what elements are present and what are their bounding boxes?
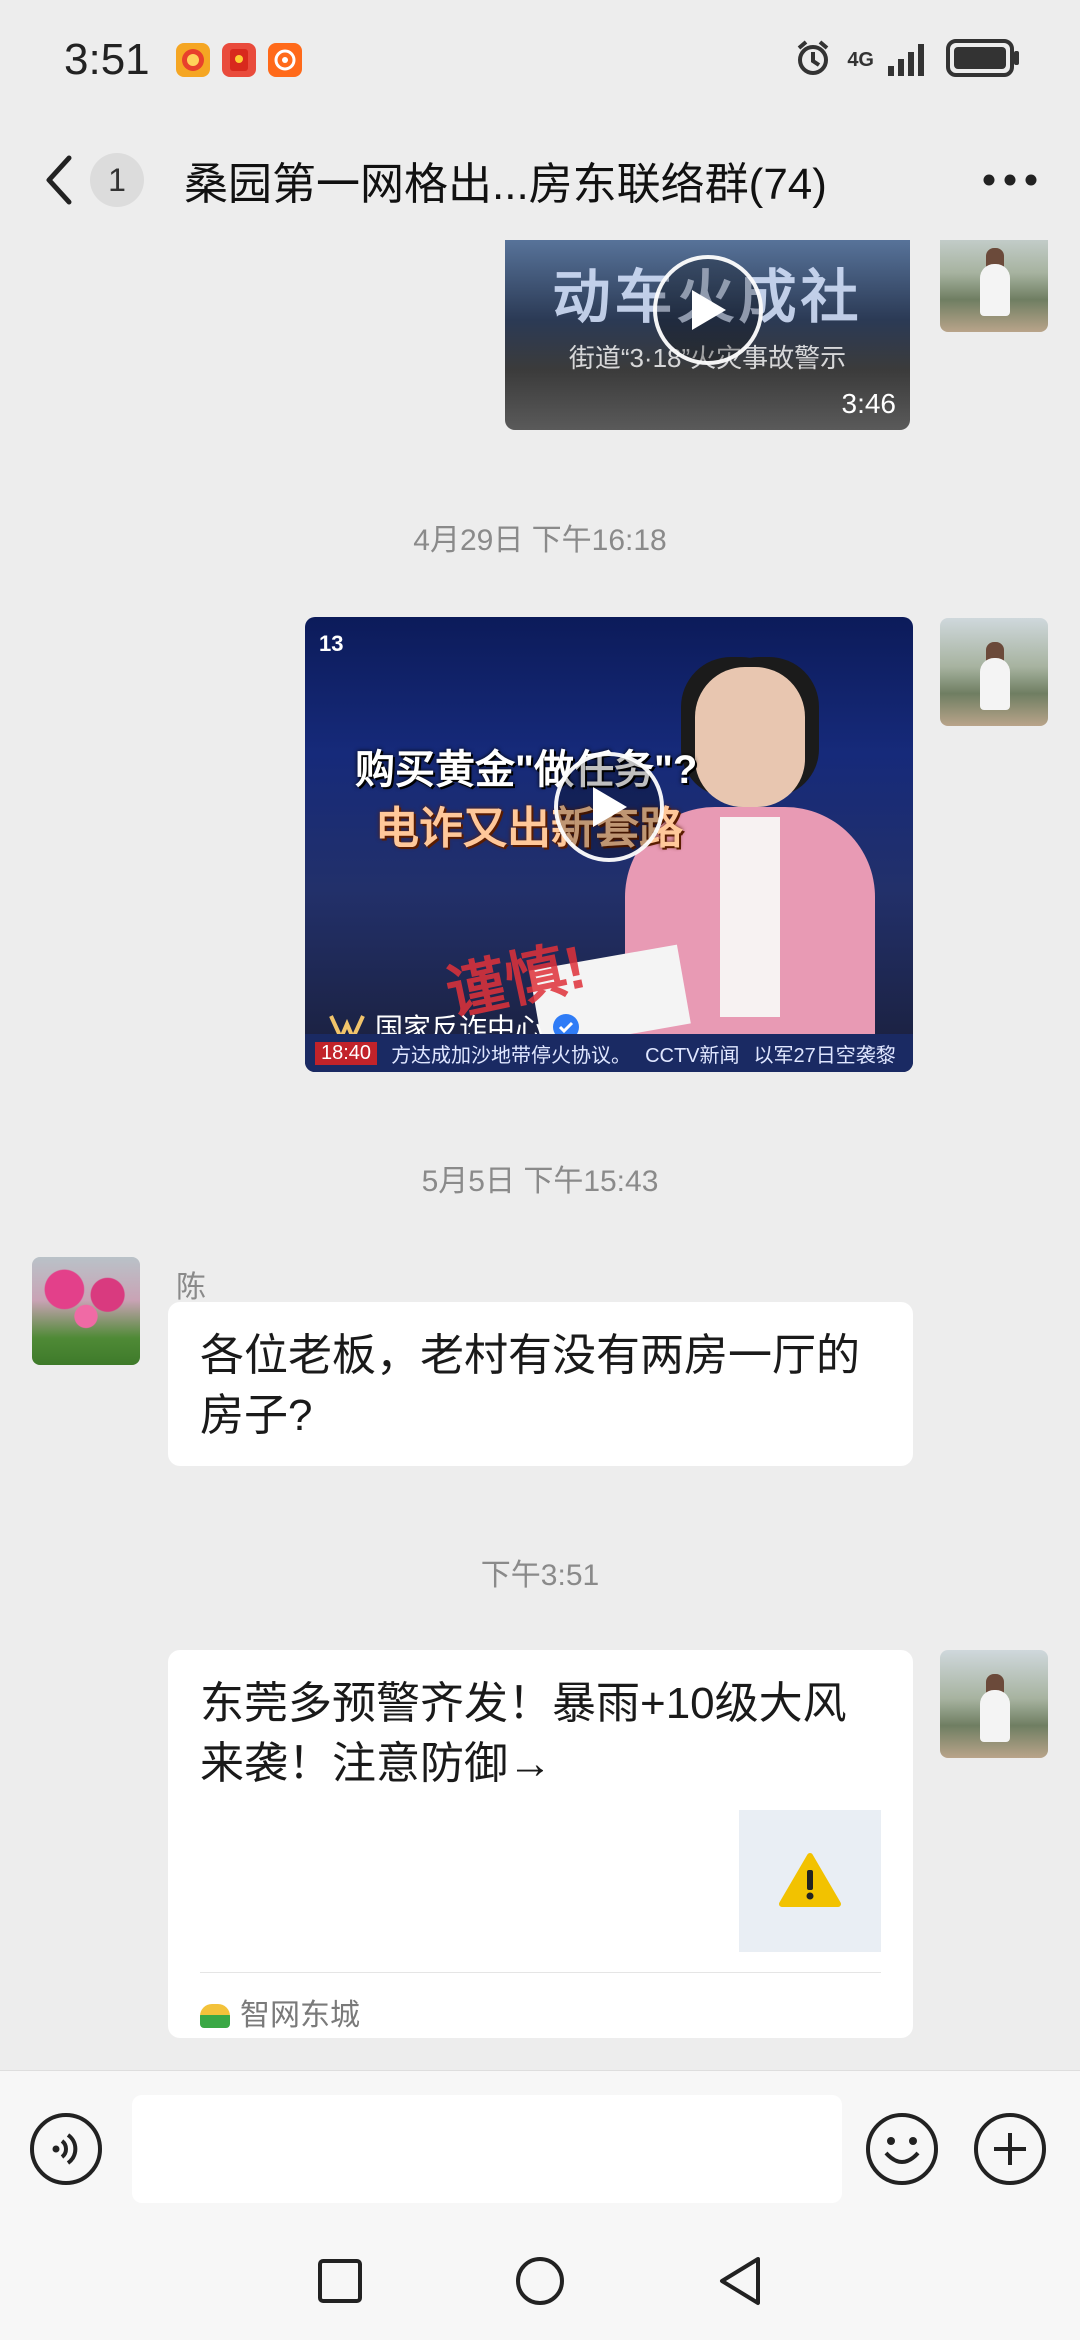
video-message[interactable]: 13 购买黄金"做任务"? 电诈又出新套路 谨慎! 国家反诈中心 18:40 方… (305, 617, 913, 1072)
status-time: 3:51 (64, 35, 150, 84)
play-button[interactable] (554, 752, 664, 862)
channel-logo: 13 (319, 631, 344, 656)
divider (200, 1972, 881, 1973)
video-duration: 3:46 (841, 388, 897, 419)
news-ticker: 18:40 方达成加沙地带停火协议。 CCTV新闻 以军27日空袭黎 (305, 1034, 913, 1072)
link-card-source-name: 智网东城 (240, 1999, 360, 2032)
back-button[interactable] (30, 140, 86, 220)
video-message[interactable]: 动车火成社 街道“3·18”火灾事故警示 3:46 (505, 240, 910, 430)
ticker-brand: CCTV新闻 (645, 1044, 740, 1067)
chat-input-bar (0, 2070, 1080, 2226)
red-packet-app-icon (221, 43, 256, 77)
voice-icon (30, 2112, 102, 2185)
play-icon (593, 787, 627, 827)
avatar[interactable] (940, 240, 1048, 332)
signal-icon (888, 40, 932, 81)
recent-apps-button[interactable] (316, 2257, 364, 2310)
system-navigation-bar (0, 2226, 1080, 2340)
emoji-button[interactable] (864, 2111, 940, 2187)
chevron-left-icon (46, 155, 72, 205)
voice-button[interactable] (28, 2111, 104, 2187)
play-button[interactable] (653, 255, 763, 365)
more-options-button[interactable] (970, 140, 1050, 220)
emoji-icon (866, 2112, 938, 2185)
ticker-time: 18:40 (315, 1041, 378, 1065)
avatar[interactable] (940, 1650, 1048, 1758)
network-type: 4G (847, 49, 874, 71)
link-card-title: 东莞多预警齐发！暴雨+10级大风来袭！注意防御→ (200, 1679, 847, 1788)
unread-count-badge[interactable]: 1 (90, 153, 144, 207)
status-bar: 3:51 4G (0, 0, 1080, 120)
more-functions-button[interactable] (972, 2111, 1048, 2187)
message-text: 各位老板，老村有没有两房一厅的房子? (200, 1331, 860, 1440)
alarm-icon (793, 38, 833, 83)
shopping-app-icon (175, 43, 210, 77)
taobao-app-icon (267, 43, 302, 77)
warning-icon (779, 1853, 841, 1907)
chat-message-list[interactable]: 动车火成社 街道“3·18”火灾事故警示 3:46 4月29日 下午16:18 … (0, 240, 1080, 2070)
circle-icon (516, 2256, 564, 2305)
avatar[interactable] (940, 618, 1048, 726)
source-logo-icon (200, 2004, 230, 2028)
play-icon (692, 290, 726, 330)
home-button[interactable] (514, 2255, 566, 2312)
message-timestamp: 下午3:51 (480, 1559, 600, 1592)
square-icon (318, 2258, 362, 2303)
ticker-text: 方达成加沙地带停火协议。 (391, 1044, 632, 1067)
avatar[interactable] (32, 1257, 140, 1365)
status-icons: 4G (793, 38, 1020, 83)
ticker-more: 以军27日空袭黎 (753, 1044, 896, 1067)
chat-title: 桑园第一网格出...房东联络群(74) (184, 160, 827, 209)
message-timestamp: 5月5日 下午15:43 (421, 1165, 659, 1198)
plus-icon (974, 2112, 1046, 2185)
chat-header: 1 桑园第一网格出...房东联络群(74) (0, 120, 1080, 240)
link-card-source: 智网东城 (200, 1986, 360, 2046)
more-dots-icon (983, 174, 1037, 186)
back-system-button[interactable] (716, 2255, 764, 2312)
sender-name: 陈 (176, 1271, 206, 1304)
battery-icon (946, 38, 1020, 82)
message-bubble[interactable]: 各位老板，老村有没有两房一厅的房子? (168, 1302, 913, 1466)
message-timestamp: 4月29日 下午16:18 (413, 524, 667, 557)
triangle-back-icon (720, 2256, 760, 2305)
link-card-message[interactable]: 东莞多预警齐发！暴雨+10级大风来袭！注意防御→ 智网东城 (168, 1650, 913, 2038)
message-input[interactable] (132, 2094, 842, 2203)
link-card-thumbnail (739, 1810, 881, 1952)
